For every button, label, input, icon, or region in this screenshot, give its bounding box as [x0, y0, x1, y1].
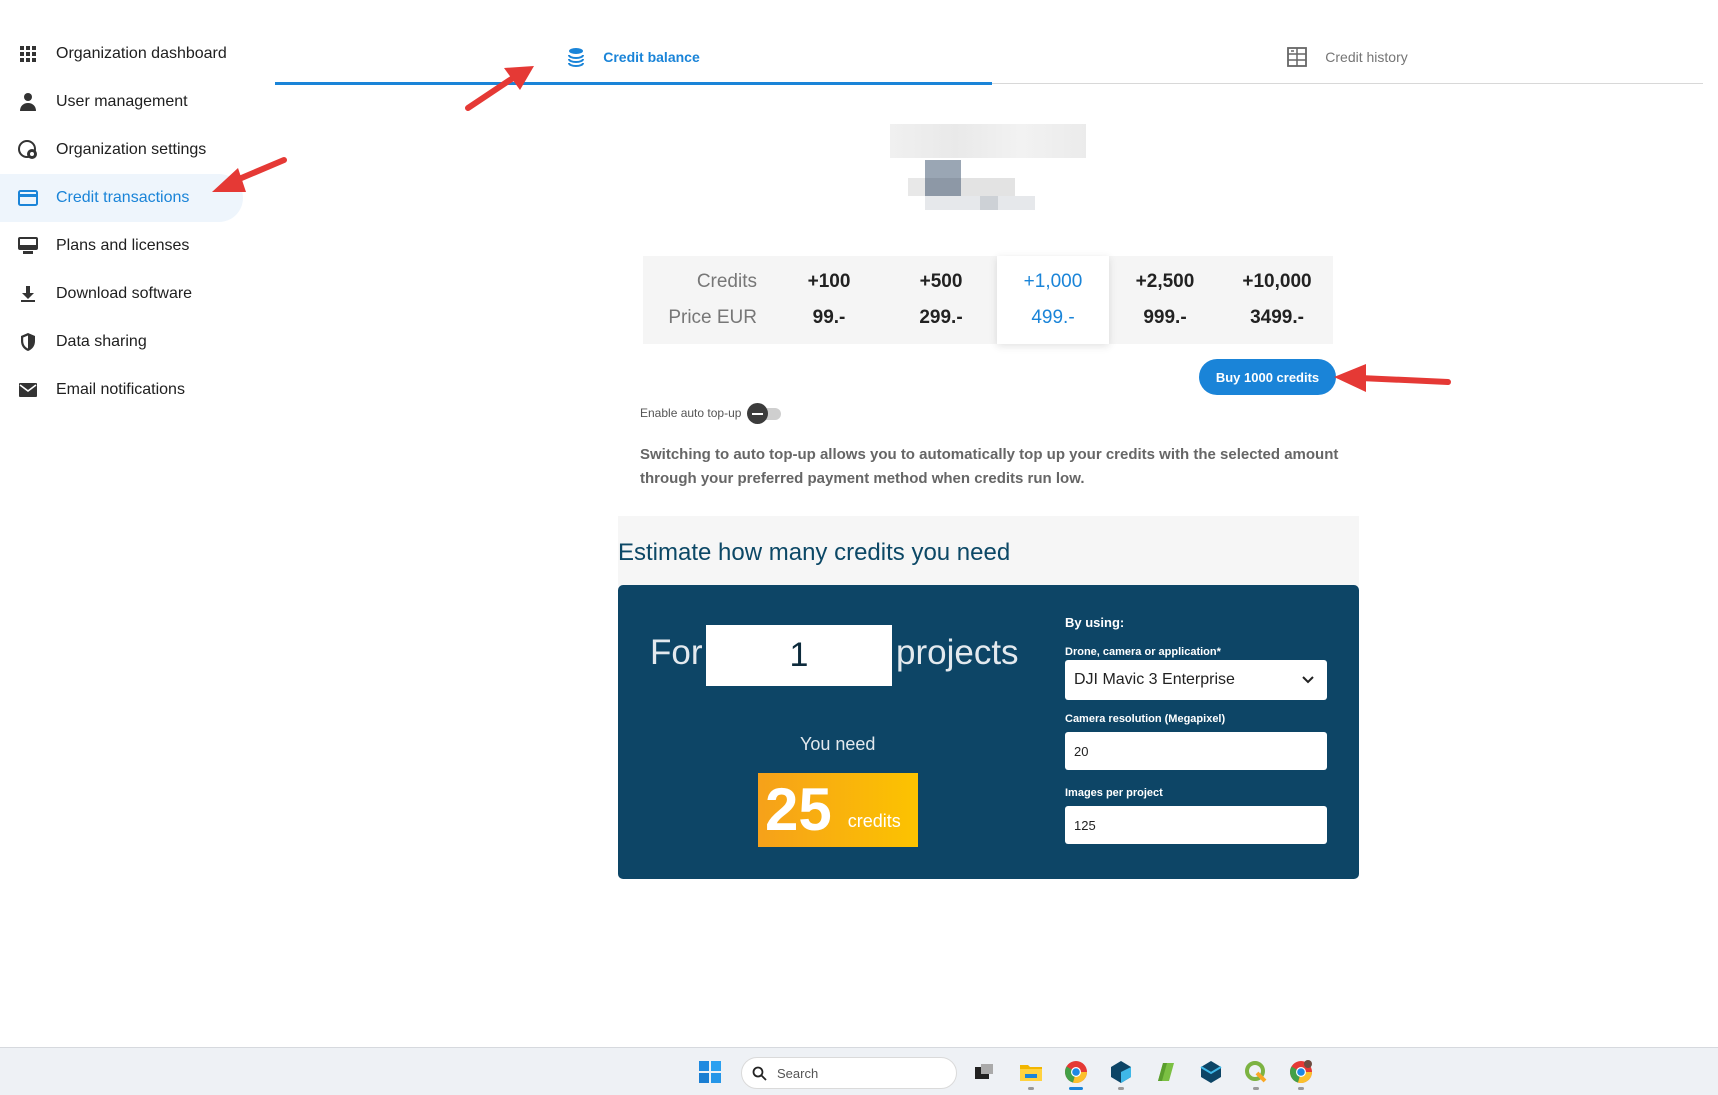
qgis-icon[interactable] [1242, 1058, 1270, 1090]
sidebar: Organization dashboard User management O… [0, 30, 245, 414]
sidebar-item-download-software[interactable]: Download software [0, 270, 245, 318]
images-input[interactable] [1065, 806, 1327, 844]
app-running-indicator [1253, 1087, 1259, 1090]
file-explorer-icon[interactable] [1017, 1058, 1045, 1090]
app-active-indicator [1069, 1087, 1083, 1090]
user-icon [18, 92, 38, 112]
windows-taskbar: Search [0, 1047, 1718, 1095]
sidebar-item-label: Organization dashboard [56, 45, 227, 62]
option-price: 99.- [812, 307, 846, 328]
projects-label: projects [896, 633, 1019, 672]
by-using-label: By using: [1065, 615, 1125, 630]
auto-topup-description: Switching to auto top-up allows you to a… [640, 446, 1339, 487]
redacted-account-name [890, 124, 1086, 158]
annotation-arrow-tab [465, 66, 534, 111]
sidebar-item-organization-settings[interactable]: Organization settings [0, 126, 245, 174]
device-select[interactable]: DJI Mavic 3 Enterprise [1065, 660, 1327, 700]
sidebar-item-label: Credit transactions [56, 189, 190, 206]
images-label: Images per project [1065, 787, 1163, 799]
download-icon [18, 284, 38, 304]
pricing-option-100[interactable]: +100 99.- [773, 256, 885, 344]
task-view-icon[interactable] [970, 1058, 998, 1086]
redacted-account-balance [908, 160, 1068, 210]
tab-credit-balance[interactable]: Credit balance [275, 30, 992, 85]
option-price: 499.- [1031, 307, 1075, 328]
resolution-input[interactable] [1065, 732, 1327, 770]
credits-result-badge: 25 credits [758, 773, 918, 847]
sidebar-item-organization-dashboard[interactable]: Organization dashboard [0, 30, 245, 78]
table-icon [1287, 47, 1308, 67]
app-green-icon[interactable] [1152, 1058, 1180, 1086]
resolution-label: Camera resolution (Megapixel) [1065, 713, 1226, 725]
pricing-option-10000[interactable]: +10,000 3499.- [1221, 256, 1333, 344]
option-credits: +500 [919, 271, 963, 292]
chrome-icon[interactable] [1062, 1058, 1090, 1090]
credits-row-label: Credits [696, 271, 757, 292]
coins-stack-icon [567, 47, 585, 67]
auto-topup-row: Enable auto top-up [640, 403, 783, 424]
sidebar-item-plans-and-licenses[interactable]: Plans and licenses [0, 222, 245, 270]
chevron-down-icon [1301, 673, 1315, 692]
tab-credit-history[interactable]: Credit history [992, 30, 1703, 84]
option-price: 3499.- [1250, 307, 1304, 328]
sidebar-item-label: User management [56, 93, 188, 110]
option-credits: +1,000 [1023, 271, 1083, 292]
estimator-title: Estimate how many credits you need [618, 539, 1011, 566]
sidebar-item-label: Organization settings [56, 141, 207, 158]
annotation-arrow-buy [1334, 364, 1451, 392]
app-running-indicator [1118, 1087, 1124, 1090]
device-label: Drone, camera or application* [1065, 646, 1221, 658]
search-icon [752, 1066, 767, 1081]
pricing-table: Credits Price EUR +100 99.- +500 299.- +… [643, 256, 1333, 344]
app-cube-icon[interactable] [1107, 1058, 1135, 1090]
credit-card-icon [18, 188, 38, 208]
tab-label: Credit balance [603, 49, 700, 65]
monitor-icon [18, 236, 38, 256]
option-credits: +2,500 [1135, 271, 1195, 292]
annotation-arrow-sidebar [212, 157, 287, 192]
toggle-knob [747, 403, 769, 424]
sidebar-item-label: Plans and licenses [56, 237, 190, 254]
projects-input[interactable] [706, 625, 892, 686]
option-credits: +100 [807, 271, 851, 292]
pricing-row-labels: Credits Price EUR [643, 256, 773, 344]
grid-icon [18, 44, 38, 64]
auto-topup-label: Enable auto top-up [640, 406, 742, 420]
auto-topup-toggle[interactable] [745, 403, 783, 424]
app-hexagon-icon[interactable] [1197, 1058, 1225, 1086]
pricing-option-1000[interactable]: +1,000 499.- [997, 256, 1109, 344]
sidebar-item-email-notifications[interactable]: Email notifications [0, 366, 245, 414]
taskbar-search-placeholder: Search [777, 1065, 819, 1081]
windows-start-icon[interactable] [696, 1058, 724, 1086]
pricing-option-500[interactable]: +500 299.- [885, 256, 997, 344]
you-need-label: You need [800, 734, 876, 754]
buy-credits-button[interactable]: Buy 1000 credits [1199, 359, 1336, 395]
sidebar-item-label: Data sharing [56, 333, 147, 350]
org-gear-icon [18, 140, 38, 160]
for-label: For [650, 633, 703, 672]
shield-icon [18, 332, 38, 352]
tab-label: Credit history [1325, 49, 1408, 65]
sidebar-item-label: Email notifications [56, 381, 185, 398]
credits-result-unit: credits [847, 810, 901, 831]
option-price: 999.- [1143, 307, 1187, 328]
device-selected-value: DJI Mavic 3 Enterprise [1074, 671, 1235, 688]
taskbar-search[interactable]: Search [741, 1057, 957, 1089]
chrome-profile-icon[interactable] [1287, 1058, 1315, 1090]
price-row-label: Price EUR [668, 307, 757, 328]
option-price: 299.- [919, 307, 963, 328]
sidebar-item-credit-transactions[interactable]: Credit transactions [0, 174, 243, 222]
pricing-option-2500[interactable]: +2,500 999.- [1109, 256, 1221, 344]
credits-result-value: 25 [765, 776, 832, 843]
mail-icon [18, 380, 38, 400]
sidebar-item-user-management[interactable]: User management [0, 78, 245, 126]
sidebar-item-label: Download software [56, 285, 193, 302]
option-credits: +10,000 [1242, 271, 1312, 292]
app-running-indicator [1028, 1087, 1034, 1090]
sidebar-item-data-sharing[interactable]: Data sharing [0, 318, 245, 366]
app-running-indicator [1298, 1087, 1304, 1090]
